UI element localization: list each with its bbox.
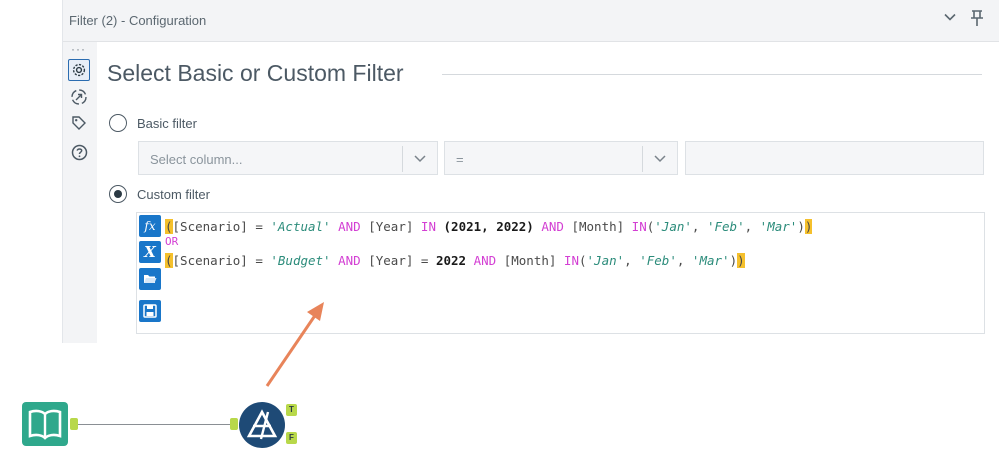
operator-value: = xyxy=(456,152,464,167)
false-anchor[interactable]: F xyxy=(286,432,297,444)
operator-select[interactable]: = xyxy=(444,141,678,175)
true-anchor[interactable]: T xyxy=(286,404,297,416)
custom-filter-label: Custom filter xyxy=(137,187,210,202)
chevron-down-icon[interactable] xyxy=(411,149,429,167)
expression-line-1: ([Scenario] = 'Actual' AND [Year] IN (20… xyxy=(165,219,813,234)
heading-divider xyxy=(442,74,982,75)
panel-sidebar: ··· xyxy=(63,42,97,343)
panel-content: Select Basic or Custom Filter Basic filt… xyxy=(97,42,999,343)
basic-filter-radio[interactable] xyxy=(109,114,127,132)
input-anchor[interactable] xyxy=(230,418,238,430)
section-heading: Select Basic or Custom Filter xyxy=(107,60,404,86)
help-icon[interactable] xyxy=(68,141,90,163)
configuration-panel: Filter (2) - Configuration ··· Select Ba… xyxy=(62,0,999,343)
more-dots-icon[interactable]: ··· xyxy=(71,42,86,56)
book-input-icon[interactable] xyxy=(22,402,68,446)
column-select[interactable]: Select column... xyxy=(138,141,438,175)
value-input[interactable] xyxy=(685,141,984,175)
pin-icon[interactable] xyxy=(969,9,985,32)
filter-tool-icon[interactable] xyxy=(239,402,285,448)
navigate-icon[interactable] xyxy=(68,86,90,108)
custom-filter-radio[interactable] xyxy=(109,185,127,203)
tag-icon[interactable] xyxy=(68,112,90,134)
expression-line-3: ([Scenario] = 'Budget' AND [Year] = 2022… xyxy=(165,253,745,268)
expression-line-2: OR xyxy=(165,235,179,248)
function-icon[interactable]: fx xyxy=(139,215,161,237)
radio-selected-dot xyxy=(113,189,122,198)
gear-icon[interactable] xyxy=(68,59,90,81)
column-select-placeholder: Select column... xyxy=(150,152,243,167)
select-divider xyxy=(642,146,643,172)
chevron-down-icon[interactable] xyxy=(943,10,957,27)
annotation-arrow xyxy=(265,302,324,387)
workflow-connection xyxy=(78,424,230,425)
panel-title: Filter (2) - Configuration xyxy=(69,13,207,28)
save-icon[interactable] xyxy=(139,300,161,322)
panel-titlebar: Filter (2) - Configuration xyxy=(63,0,999,42)
open-folder-icon[interactable] xyxy=(139,268,161,290)
output-anchor[interactable] xyxy=(70,418,78,430)
select-divider xyxy=(402,146,403,172)
basic-filter-label: Basic filter xyxy=(137,116,197,131)
chevron-down-icon[interactable] xyxy=(651,149,669,167)
variable-icon[interactable]: X xyxy=(139,241,161,263)
